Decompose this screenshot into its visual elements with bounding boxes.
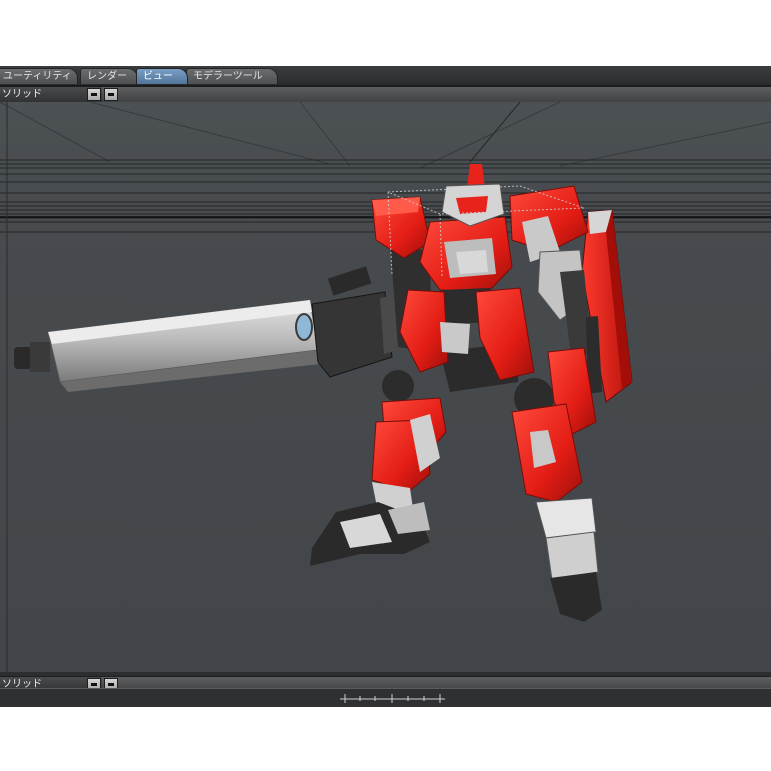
tab-label: レンダー	[87, 71, 127, 82]
tab-label: ユーティリティ	[3, 71, 72, 82]
tab-utility[interactable]: ユーティリティ	[0, 68, 78, 84]
tab-label: ビュー	[143, 71, 173, 82]
minimize-icon	[91, 683, 97, 686]
tab-modeler-tools[interactable]: モデラーツール	[186, 68, 278, 84]
modeler-window: ユーティリティ レンダー ビュー モデラーツール ソリッド ソリッド	[0, 66, 771, 707]
view-mode-label: ソリッド	[2, 89, 42, 100]
maximize-icon	[108, 93, 114, 96]
scene-canvas	[0, 102, 771, 672]
tab-render[interactable]: レンダー	[80, 68, 138, 84]
tab-label: モデラーツール	[193, 71, 263, 82]
tab-bar: ユーティリティ レンダー ビュー モデラーツール	[0, 66, 771, 86]
minimize-icon	[91, 93, 97, 96]
ruler-ticks	[340, 694, 445, 703]
timeline-ruler-bar	[0, 688, 771, 707]
tab-view[interactable]: ビュー	[136, 68, 188, 84]
maximize-icon	[108, 683, 114, 686]
maximize-viewport-button[interactable]	[104, 88, 118, 101]
perspective-viewport[interactable]	[0, 102, 771, 672]
minimize-viewport-button[interactable]	[87, 88, 101, 101]
